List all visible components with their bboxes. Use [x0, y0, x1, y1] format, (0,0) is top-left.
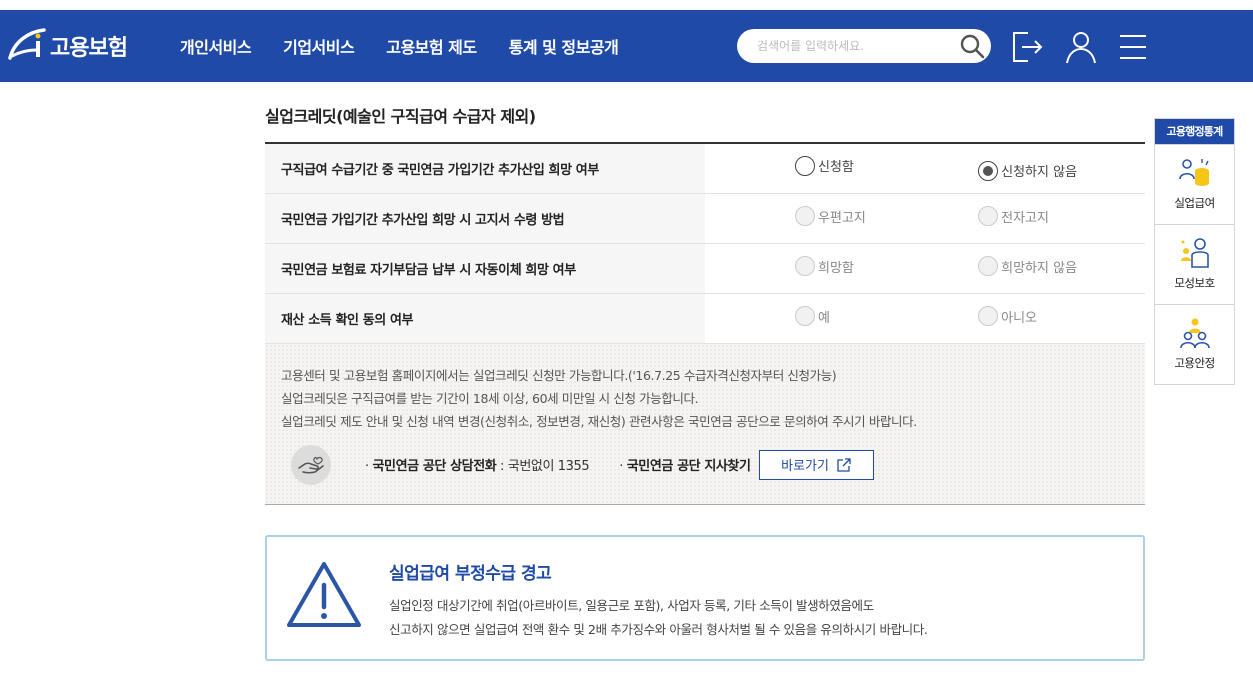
warning-description: 실업인정 대상기간에 취업(아르바이트, 일용근로 포함), 사업자 등록, 기… [389, 598, 928, 637]
search-icon[interactable] [959, 33, 985, 59]
notice-box: 고용센터 및 고용보험 홈페이지에서는 실업크레딧 신청만 가능합니다.('16… [265, 343, 1145, 505]
contact-phone: · 국민연금 공단 상담전화 : 국번없이 1355 [365, 459, 590, 474]
radio-consent-no[interactable]: 아니오 [978, 306, 1037, 326]
radio-consent-yes[interactable]: 예 [795, 306, 922, 326]
quick-item-employment-stability[interactable]: 고용안정 [1155, 304, 1234, 384]
search-box [737, 29, 991, 63]
mother-child-icon [1180, 238, 1209, 268]
people-group-icon [1179, 318, 1210, 349]
notice-line: 실업크레딧은 구직급여를 받는 기간이 18세 이상, 60세 미만일 시 신청… [281, 390, 699, 406]
quick-menu: 고용행정통계 실업급여 모성보호 고용안정 [1154, 118, 1235, 385]
quick-menu-title: 고용행정통계 [1155, 119, 1234, 144]
table-row: 국민연금 가입기간 추가산입 희망 시 고지서 수령 방법 우편고지 전자고지 [265, 193, 1145, 244]
logout-icon[interactable] [1010, 30, 1044, 64]
external-link-icon [837, 457, 851, 472]
top-header: 고용보험 개인서비스 기업서비스 고용보험 제도 통계 및 정보공개 [0, 10, 1253, 82]
user-icon[interactable] [1064, 30, 1098, 64]
table-row: 국민연금 보험료 자기부담금 납부 시 자동이체 희망 여부 희망함 희망하지 … [265, 243, 1145, 294]
row-question: 국민연금 가입기간 추가산입 희망 시 고지서 수령 방법 [265, 193, 705, 244]
main-content: 실업크레딧(예술인 구직급여 수급자 제외) 구직급여 수급기간 중 국민연금 … [265, 100, 1145, 505]
coins-person-icon [1178, 159, 1209, 186]
nav-business-service[interactable]: 기업서비스 [283, 34, 355, 58]
menu-icon[interactable] [1116, 30, 1150, 64]
row-question: 구직급여 수급기간 중 국민연금 가입기간 추가산입 희망 여부 [265, 143, 705, 194]
radio-autopay-yes[interactable]: 희망함 [795, 256, 922, 276]
contact-row: · 국민연금 공단 상담전화 : 국번없이 1355 · 국민연금 공단 지사찾… [281, 444, 1129, 485]
nav-statistics[interactable]: 통계 및 정보공개 [509, 34, 619, 58]
table-row: 재산 소득 확인 동의 여부 예 아니오 [265, 293, 1145, 344]
logo-text: 고용보험 [50, 36, 128, 61]
logo-mark-icon [8, 28, 46, 60]
main-nav: 개인서비스 기업서비스 고용보험 제도 통계 및 정보공개 [180, 10, 650, 82]
radio-not-apply[interactable]: 신청하지 않음 [978, 160, 1077, 181]
table-row: 구직급여 수급기간 중 국민연금 가입기간 추가산입 희망 여부 신청함 신청하… [265, 143, 1145, 194]
fraud-warning-box: 실업급여 부정수급 경고 실업인정 대상기간에 취업(아르바이트, 일용근로 포… [265, 535, 1145, 661]
section-title: 실업크레딧(예술인 구직급여 수급자 제외) [265, 107, 536, 126]
search-input[interactable] [737, 29, 937, 63]
warning-icon [287, 562, 361, 627]
branch-finder: · 국민연금 공단 지사찾기 [619, 459, 751, 474]
quick-item-maternity[interactable]: 모성보호 [1155, 224, 1234, 304]
notice-line: 고용센터 및 고용보험 홈페이지에서는 실업크레딧 신청만 가능합니다.('16… [281, 367, 837, 383]
site-logo[interactable]: 고용보험 [6, 24, 128, 68]
radio-postal-notice[interactable]: 우편고지 [795, 206, 922, 226]
radio-autopay-no[interactable]: 희망하지 않음 [978, 256, 1077, 276]
nav-personal-service[interactable]: 개인서비스 [180, 34, 252, 58]
options-table: 구직급여 수급기간 중 국민연금 가입기간 추가산입 희망 여부 신청함 신청하… [265, 142, 1145, 344]
warning-title: 실업급여 부정수급 경고 [389, 564, 552, 584]
row-question: 국민연금 보험료 자기부담금 납부 시 자동이체 희망 여부 [265, 243, 705, 294]
notice-line: 실업크레딧 제도 안내 및 신청 내역 변경(신청취소, 정보변경, 재신청) … [281, 413, 917, 429]
goto-button[interactable]: 바로가기 [758, 449, 874, 480]
quick-item-unemployment[interactable]: 실업급여 [1155, 144, 1234, 224]
radio-apply[interactable]: 신청함 [795, 155, 922, 176]
hand-icon [291, 444, 331, 485]
radio-electronic-notice[interactable]: 전자고지 [978, 206, 1049, 226]
nav-insurance-system[interactable]: 고용보험 제도 [386, 34, 477, 58]
row-question: 재산 소득 확인 동의 여부 [265, 293, 705, 344]
